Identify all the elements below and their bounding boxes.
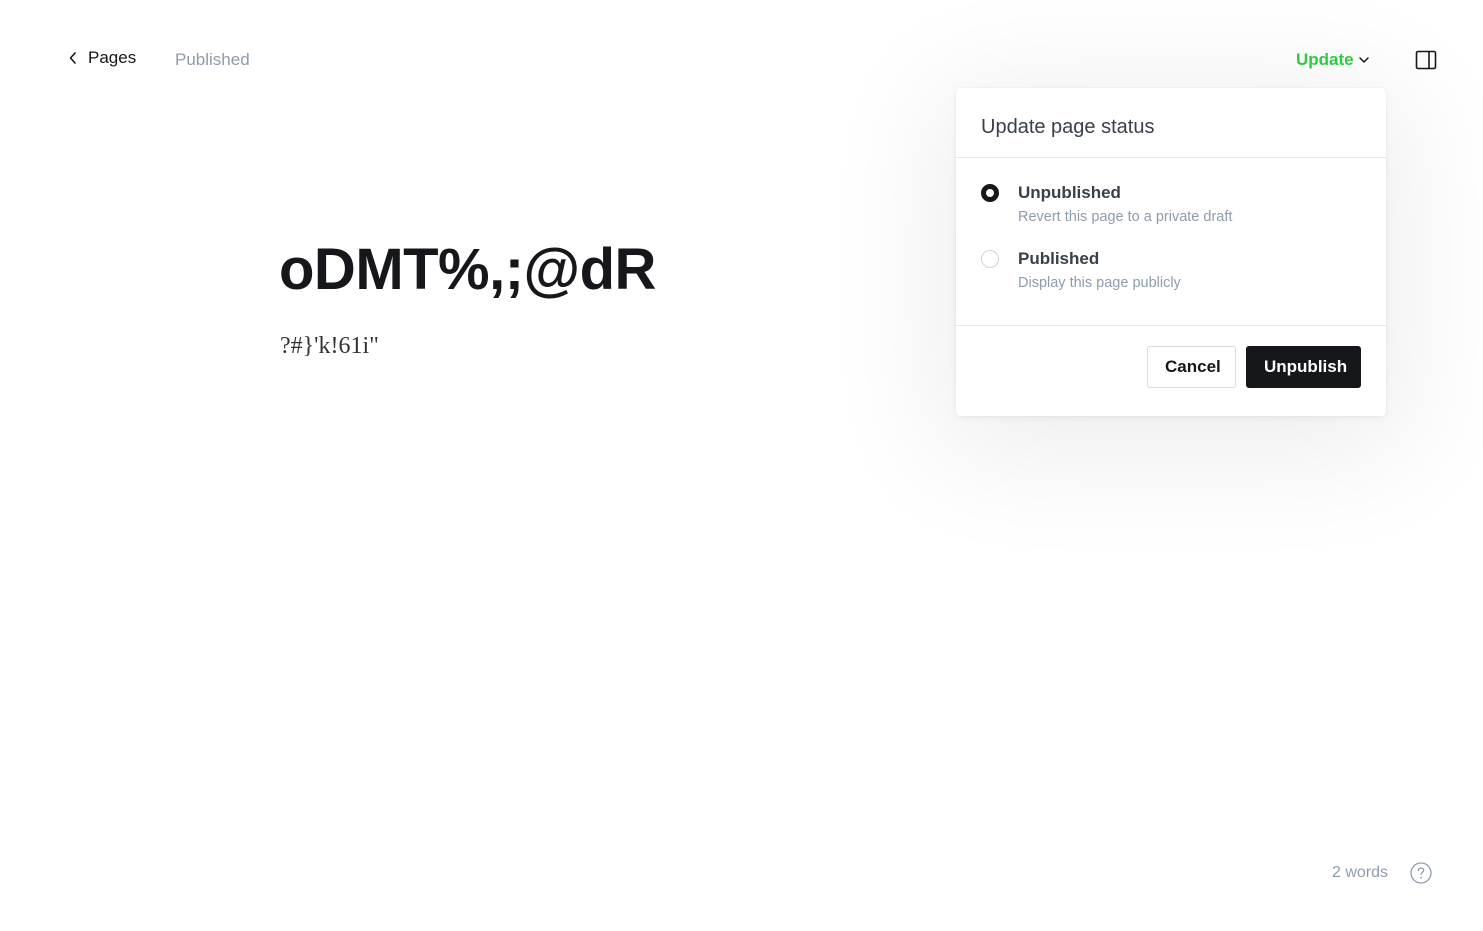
popover-header: Update page status — [956, 88, 1386, 158]
cancel-button[interactable]: Cancel — [1147, 346, 1236, 388]
option-text: Published Display this page publicly — [1018, 248, 1181, 293]
chevron-left-icon — [68, 51, 78, 65]
option-published[interactable]: Published Display this page publicly — [981, 248, 1361, 293]
sidebar-toggle-icon[interactable] — [1415, 49, 1437, 71]
word-count: 2 words — [1332, 864, 1389, 881]
update-button-label: Update — [1296, 50, 1354, 69]
back-to-pages-link[interactable]: Pages — [68, 48, 136, 68]
popover-title: Update page status — [981, 116, 1155, 138]
help-circle-icon[interactable] — [1410, 862, 1432, 884]
radio-published[interactable] — [981, 250, 999, 268]
option-label: Unpublished — [1018, 183, 1121, 202]
radio-unpublished[interactable] — [981, 184, 999, 202]
update-status-popover: Update page status Unpublished Revert th… — [956, 88, 1386, 416]
option-label: Published — [1018, 249, 1100, 268]
unpublish-button[interactable]: Unpublish — [1246, 346, 1361, 388]
option-text: Unpublished Revert this page to a privat… — [1018, 182, 1232, 227]
post-body[interactable]: ?#}'k!61i" — [280, 333, 379, 360]
post-status-text: Published — [175, 50, 250, 69]
option-description: Revert this page to a private draft — [1018, 209, 1233, 225]
option-unpublished[interactable]: Unpublished Revert this page to a privat… — [981, 182, 1361, 227]
back-link-label: Pages — [88, 48, 137, 67]
option-description: Display this page publicly — [1018, 275, 1181, 291]
post-title[interactable]: oDMT%,;@dR — [279, 236, 656, 303]
update-button[interactable]: Update — [1296, 50, 1370, 70]
chevron-down-icon — [1358, 53, 1370, 68]
popover-footer: Cancel Unpublish — [956, 326, 1386, 388]
status-options: Unpublished Revert this page to a privat… — [956, 158, 1386, 326]
editor-page: Pages Published Update oDMT%,;@dR ?#}'k!… — [0, 0, 1483, 931]
